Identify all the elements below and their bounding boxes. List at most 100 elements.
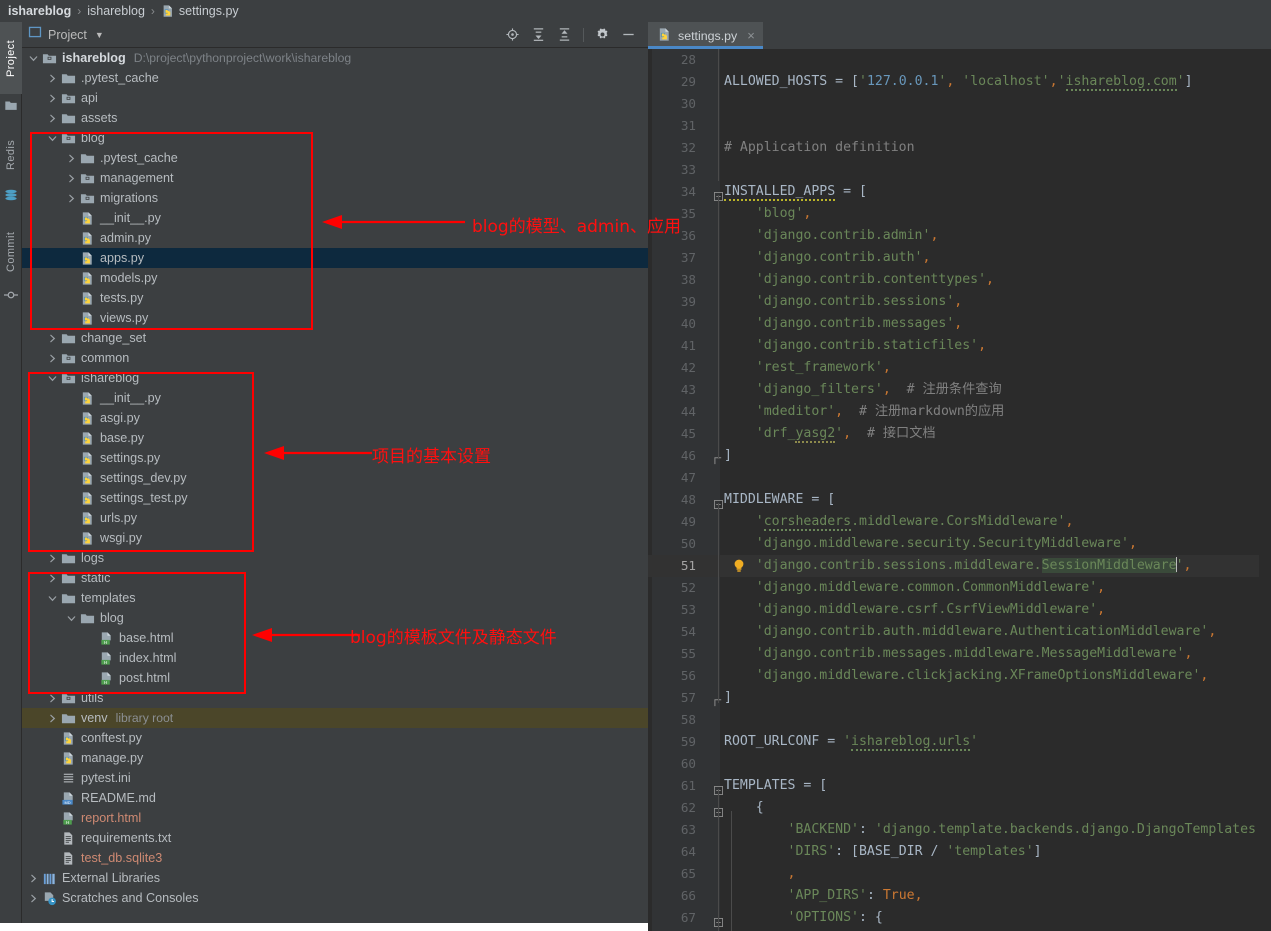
tree-row-base-html[interactable]: H base.html: [22, 628, 648, 648]
code-line-60[interactable]: 60: [648, 753, 1271, 775]
tool-window-commit[interactable]: Commit: [0, 218, 22, 286]
breadcrumb-item-file[interactable]: settings.py: [161, 4, 239, 18]
tree-row-api[interactable]: api: [22, 88, 648, 108]
code-lines[interactable]: 2829ALLOWED_HOSTS = ['127.0.0.1', 'local…: [648, 49, 1271, 929]
code-line-29[interactable]: 29ALLOWED_HOSTS = ['127.0.0.1', 'localho…: [648, 71, 1271, 93]
code-line-33[interactable]: 33: [648, 159, 1271, 181]
code-line-51[interactable]: 51 'django.contrib.sessions.middleware.S…: [648, 555, 1271, 577]
code-line-58[interactable]: 58: [648, 709, 1271, 731]
tree-row-migrations[interactable]: migrations: [22, 188, 648, 208]
chevron-down-icon[interactable]: [28, 53, 39, 64]
chevron-right-icon[interactable]: [66, 173, 77, 184]
code-line-52[interactable]: 52 'django.middleware.common.CommonMiddl…: [648, 577, 1271, 599]
chevron-down-icon[interactable]: [47, 373, 58, 384]
code-line-65[interactable]: 65 ,: [648, 863, 1271, 885]
tree-row-assets[interactable]: assets: [22, 108, 648, 128]
code-line-40[interactable]: 40 'django.contrib.messages',: [648, 313, 1271, 335]
code-line-32[interactable]: 32# Application definition: [648, 137, 1271, 159]
tree-row-post-html[interactable]: H post.html: [22, 668, 648, 688]
tree-row-urls-py[interactable]: urls.py: [22, 508, 648, 528]
tree-row-settings-py[interactable]: settings.py: [22, 448, 648, 468]
code-line-53[interactable]: 53 'django.middleware.csrf.CsrfViewMiddl…: [648, 599, 1271, 621]
code-line-28[interactable]: 28: [648, 49, 1271, 71]
tree-row-conftest-py[interactable]: conftest.py: [22, 728, 648, 748]
tree-row-templates[interactable]: templates: [22, 588, 648, 608]
tree-row-settings-test-py[interactable]: settings_test.py: [22, 488, 648, 508]
chevron-right-icon[interactable]: [47, 73, 58, 84]
chevron-right-icon[interactable]: [47, 113, 58, 124]
expand-all-icon[interactable]: [531, 27, 546, 42]
project-tree[interactable]: ishareblogD:\project\pythonproject\work\…: [22, 48, 648, 931]
code-line-42[interactable]: 42 'rest_framework',: [648, 357, 1271, 379]
code-line-41[interactable]: 41 'django.contrib.staticfiles',: [648, 335, 1271, 357]
code-line-55[interactable]: 55 'django.contrib.messages.middleware.M…: [648, 643, 1271, 665]
breadcrumb-item-package[interactable]: ishareblog: [87, 4, 145, 18]
code-line-37[interactable]: 37 'django.contrib.auth',: [648, 247, 1271, 269]
tool-window-redis[interactable]: Redis: [0, 126, 22, 184]
chevron-right-icon[interactable]: [28, 873, 39, 884]
code-line-56[interactable]: 56 'django.middleware.clickjacking.XFram…: [648, 665, 1271, 687]
chevron-right-icon[interactable]: [66, 193, 77, 204]
code-line-50[interactable]: 50 'django.middleware.security.SecurityM…: [648, 533, 1271, 555]
tree-row-report-html[interactable]: H report.html: [22, 808, 648, 828]
tree-row-change-set[interactable]: change_set: [22, 328, 648, 348]
tree-row-utils[interactable]: utils: [22, 688, 648, 708]
tree-row-views-py[interactable]: views.py: [22, 308, 648, 328]
tree-row-pytest-ini[interactable]: pytest.ini: [22, 768, 648, 788]
hide-panel-icon[interactable]: [621, 27, 636, 42]
code-line-43[interactable]: 43 'django_filters', # 注册条件查询: [648, 379, 1271, 401]
chevron-right-icon[interactable]: [47, 93, 58, 104]
tree-row-readme-md[interactable]: MD README.md: [22, 788, 648, 808]
code-line-31[interactable]: 31: [648, 115, 1271, 137]
chevron-right-icon[interactable]: [47, 713, 58, 724]
tree-row-index-html[interactable]: H index.html: [22, 648, 648, 668]
tree-row-tests-py[interactable]: tests.py: [22, 288, 648, 308]
code-line-44[interactable]: 44 'mdeditor', # 注册markdown的应用: [648, 401, 1271, 423]
tree-row--init-py[interactable]: __init__.py: [22, 208, 648, 228]
chevron-right-icon[interactable]: [47, 693, 58, 704]
tree-row-blog[interactable]: blog: [22, 608, 648, 628]
tree-row-settings-dev-py[interactable]: settings_dev.py: [22, 468, 648, 488]
chevron-right-icon[interactable]: [47, 333, 58, 344]
tree-row-wsgi-py[interactable]: wsgi.py: [22, 528, 648, 548]
tree-row-common[interactable]: common: [22, 348, 648, 368]
chevron-right-icon[interactable]: [47, 353, 58, 364]
code-line-64[interactable]: 64 'DIRS': [BASE_DIR / 'templates']: [648, 841, 1271, 863]
tree-row-external-libraries[interactable]: External Libraries: [22, 868, 648, 888]
tree-row-static[interactable]: static: [22, 568, 648, 588]
tree-row--pytest-cache[interactable]: .pytest_cache: [22, 148, 648, 168]
close-icon[interactable]: ×: [747, 28, 755, 43]
code-line-34[interactable]: 34INSTALLED_APPS = [: [648, 181, 1271, 203]
settings-gear-icon[interactable]: [595, 27, 610, 42]
code-line-59[interactable]: 59ROOT_URLCONF = 'ishareblog.urls': [648, 731, 1271, 753]
code-line-48[interactable]: 48MIDDLEWARE = [: [648, 489, 1271, 511]
tree-row-base-py[interactable]: base.py: [22, 428, 648, 448]
tree-row-admin-py[interactable]: admin.py: [22, 228, 648, 248]
code-line-66[interactable]: 66 'APP_DIRS': True,: [648, 885, 1271, 907]
tree-row-ishareblog[interactable]: ishareblog: [22, 368, 648, 388]
editor-scrollbar[interactable]: [1259, 49, 1271, 931]
code-editor[interactable]: 2829ALLOWED_HOSTS = ['127.0.0.1', 'local…: [648, 49, 1271, 931]
code-line-57[interactable]: 57]: [648, 687, 1271, 709]
chevron-down-icon[interactable]: [47, 133, 58, 144]
code-line-47[interactable]: 47: [648, 467, 1271, 489]
chevron-down-icon[interactable]: ▼: [95, 30, 104, 40]
code-line-46[interactable]: 46]: [648, 445, 1271, 467]
breadcrumb-item-project[interactable]: ishareblog: [8, 4, 71, 18]
tree-row-asgi-py[interactable]: asgi.py: [22, 408, 648, 428]
code-line-30[interactable]: 30: [648, 93, 1271, 115]
code-line-63[interactable]: 63 'BACKEND': 'django.template.backends.…: [648, 819, 1271, 841]
tab-settings-py[interactable]: settings.py ×: [648, 22, 763, 49]
code-line-54[interactable]: 54 'django.contrib.auth.middleware.Authe…: [648, 621, 1271, 643]
code-line-49[interactable]: 49 'corsheaders.middleware.CorsMiddlewar…: [648, 511, 1271, 533]
tree-row-venv[interactable]: venvlibrary root: [22, 708, 648, 728]
tree-row-logs[interactable]: logs: [22, 548, 648, 568]
tree-row-ishareblog[interactable]: ishareblogD:\project\pythonproject\work\…: [22, 48, 648, 68]
code-line-62[interactable]: 62 {: [648, 797, 1271, 819]
tree-row-blog[interactable]: blog: [22, 128, 648, 148]
tree-row-scratches-and-consoles[interactable]: Scratches and Consoles: [22, 888, 648, 908]
chevron-down-icon[interactable]: [47, 593, 58, 604]
tree-row-management[interactable]: management: [22, 168, 648, 188]
chevron-down-icon[interactable]: [66, 613, 77, 624]
collapse-all-icon[interactable]: [557, 27, 572, 42]
